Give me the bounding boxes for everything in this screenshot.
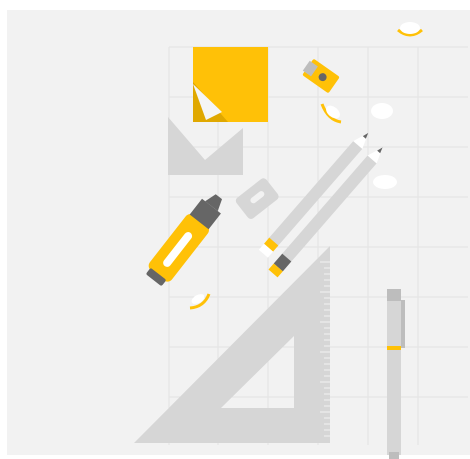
stationery-illustration: [0, 0, 470, 459]
shaving-icon: [400, 22, 420, 34]
illustration-svg: [7, 10, 470, 459]
shaving-icon: [371, 103, 393, 119]
sticky-note-icon: [193, 47, 268, 122]
shaving-icon: [373, 175, 397, 189]
